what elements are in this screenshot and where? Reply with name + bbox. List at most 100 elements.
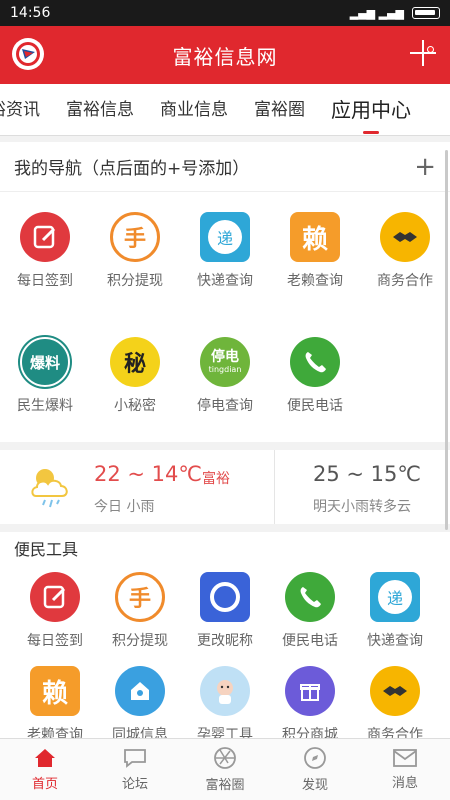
tab-yu-news[interactable]: 裕资讯: [0, 84, 53, 135]
tool-label: 便民电话: [282, 633, 338, 649]
bottom-nav-circle[interactable]: 富裕圈: [180, 739, 270, 800]
nav-item-label: 积分提现: [107, 273, 163, 289]
tool-local-info[interactable]: 同城信息: [95, 666, 185, 744]
tool-withdraw[interactable]: 手 积分提现: [95, 572, 185, 650]
tools-title: 便民工具: [14, 540, 79, 559]
notification-dot: [427, 46, 434, 53]
app-logo[interactable]: [12, 38, 44, 70]
nav-item-business[interactable]: 商务合作: [360, 212, 450, 290]
status-icons: ▂▄▆ ▂▄▆: [350, 7, 440, 20]
tab-app-center[interactable]: 应用中心: [318, 84, 424, 135]
tomorrow-description: 明天小雨转多云: [313, 499, 411, 515]
tab-fuyu-circle[interactable]: 富裕圈: [241, 84, 318, 135]
nav-item-label: 商务合作: [377, 273, 433, 289]
phone-icon: [290, 337, 340, 387]
nav-item-label: 小秘密: [114, 398, 156, 414]
nav-item-debtor[interactable]: 赖 老赖查询: [270, 212, 360, 290]
weather-tomorrow: 25 ~ 15℃ 明天小雨转多云: [275, 450, 450, 524]
nav-item-label: 每日签到: [17, 273, 73, 289]
express-icon: 递: [200, 212, 250, 262]
tool-label: 积分提现: [112, 633, 168, 649]
points-icon: 手: [115, 572, 165, 622]
screen: 14:56 ▂▄▆ ▂▄▆ 富裕信息网 裕资讯 富裕信息 商业信息 富裕圈 应用…: [0, 0, 450, 800]
tool-points-mall[interactable]: 积分商城: [265, 666, 355, 744]
debtor-icon: 赖: [290, 212, 340, 262]
tool-rename[interactable]: 更改昵称: [180, 572, 270, 650]
today-temperature: 22 ~ 14℃: [94, 462, 202, 486]
bottom-nav-label: 论坛: [121, 777, 148, 792]
report-icon: 爆料: [20, 337, 70, 387]
nav-item-label: 快递查询: [197, 273, 253, 289]
bottom-nav-messages[interactable]: 消息: [360, 739, 450, 800]
nav-item-label: 老赖查询: [287, 273, 343, 289]
phone-icon: [285, 572, 335, 622]
today-description: 今日 小雨: [94, 499, 155, 515]
express-icon: 递: [370, 572, 420, 622]
bottom-nav-home[interactable]: 首页: [0, 739, 90, 800]
tool-baby[interactable]: 孕婴工具: [180, 666, 270, 744]
add-nav-button[interactable]: +: [414, 154, 436, 180]
bottom-nav-label: 发现: [301, 778, 328, 793]
baby-icon: [200, 666, 250, 716]
signal-icon: ▂▄▆ ▂▄▆: [349, 6, 404, 20]
edit-icon: [20, 212, 70, 262]
nav-item-checkin[interactable]: 每日签到: [0, 212, 90, 290]
points-icon: 手: [110, 212, 160, 262]
nav-item-label: 民生爆料: [17, 398, 73, 414]
page-title: 富裕信息网: [172, 44, 278, 69]
tool-label: 快递查询: [367, 633, 423, 649]
scrollbar[interactable]: [445, 150, 448, 530]
my-navigation-header: 我的导航（点后面的+号添加） +: [0, 142, 450, 192]
handshake-icon: [380, 212, 430, 262]
my-navigation-title: 我的导航（点后面的+号添加）: [14, 159, 250, 179]
tab-business-info[interactable]: 商业信息: [147, 84, 241, 135]
aperture-icon: [214, 747, 236, 769]
home-icon: [35, 749, 55, 767]
bottom-nav-label: 首页: [31, 777, 58, 792]
add-button[interactable]: [408, 38, 438, 68]
my-navigation-card: 我的导航（点后面的+号添加） + 每日签到 手 积分提现 递 快递查询 赖 老赖…: [0, 142, 450, 442]
weather-city: 富裕: [202, 471, 230, 487]
secret-icon: 秘: [110, 337, 160, 387]
bottom-nav-forum[interactable]: 论坛: [90, 739, 180, 800]
tool-checkin[interactable]: 每日签到: [10, 572, 100, 650]
nav-item-withdraw[interactable]: 手 积分提现: [90, 212, 180, 290]
debtor-icon: 赖: [30, 666, 80, 716]
nav-item-phone[interactable]: 便民电话: [270, 337, 360, 415]
location-icon: [115, 666, 165, 716]
category-tabs: 裕资讯 富裕信息 商业信息 富裕圈 应用中心: [0, 84, 450, 136]
app-header: 富裕信息网: [0, 26, 450, 84]
chat-icon: [124, 749, 146, 768]
nav-item-express[interactable]: 递 快递查询: [180, 212, 270, 290]
tool-phone[interactable]: 便民电话: [265, 572, 355, 650]
tomorrow-temperature: 25 ~ 15℃: [313, 462, 421, 486]
nav-item-label: 便民电话: [287, 398, 343, 414]
handshake-icon: [370, 666, 420, 716]
battery-icon: [412, 7, 440, 19]
tab-fuyu-info[interactable]: 富裕信息: [53, 84, 147, 135]
nav-item-report[interactable]: 爆料 民生爆料: [0, 337, 90, 415]
compass-icon: [304, 747, 326, 769]
edit-icon: [30, 572, 80, 622]
nav-item-power[interactable]: 停电 tingdian 停电查询: [180, 337, 270, 415]
tool-debtor[interactable]: 赖 老赖查询: [10, 666, 100, 744]
bottom-nav-label: 富裕圈: [205, 778, 245, 793]
bottom-nav-discover[interactable]: 发现: [270, 739, 360, 800]
power-icon: 停电 tingdian: [200, 337, 250, 387]
cloud-rain-icon: [28, 464, 74, 516]
status-time: 14:56: [10, 5, 51, 21]
bottom-nav-label: 消息: [391, 776, 418, 791]
rename-icon: [200, 572, 250, 622]
weather-card[interactable]: 22 ~ 14℃ 富裕 今日 小雨 25 ~ 15℃ 明天小雨转多云: [0, 450, 450, 524]
nav-item-label: 停电查询: [197, 398, 253, 414]
tool-label: 每日签到: [27, 633, 83, 649]
mail-icon: [393, 749, 417, 767]
tool-express[interactable]: 递 快递查询: [350, 572, 440, 650]
nav-item-secret[interactable]: 秘 小秘密: [90, 337, 180, 415]
gift-icon: [285, 666, 335, 716]
bottom-nav: 首页 论坛 富裕圈 发现 消息: [0, 738, 450, 800]
status-bar: 14:56 ▂▄▆ ▂▄▆: [0, 0, 450, 26]
weather-today: 22 ~ 14℃ 富裕 今日 小雨: [0, 450, 275, 524]
tool-business[interactable]: 商务合作: [350, 666, 440, 744]
tools-card: 便民工具 每日签到 手 积分提现 更改昵称 便民电话 递 快递查询 赖 老赖查询…: [0, 532, 450, 743]
